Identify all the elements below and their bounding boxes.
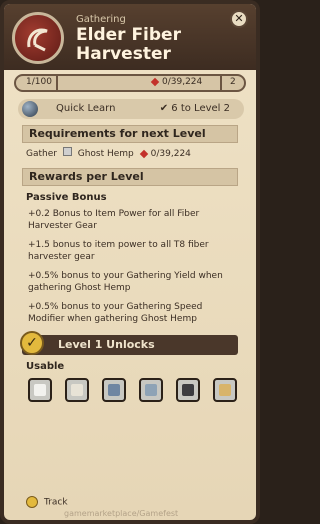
close-icon: ✕ [234, 12, 244, 25]
requirement-line: Gather Ghost Hemp 0/39,224 [26, 147, 191, 159]
track-label: Track [44, 497, 68, 508]
requirement-item: Ghost Hemp [77, 149, 134, 159]
passive-bonus-heading: Passive Bonus [26, 192, 107, 203]
progress-points-value: 0/39,224 [162, 77, 203, 87]
current-level: 1/100 [26, 77, 52, 87]
next-level: 2 [230, 77, 236, 87]
usable-label: Usable [26, 361, 65, 372]
page-title: Elder Fiber Harvester [76, 25, 181, 64]
gloves-item-icon[interactable] [65, 378, 89, 402]
progress-points: 0/39,224 [150, 77, 203, 87]
panel-header: Gathering Elder Fiber Harvester ✕ [4, 4, 256, 70]
bonus-item: +0.2 Bonus to Item Power for all Fiber H… [28, 209, 200, 231]
quick-learn-button[interactable]: Quick Learn ✔ 6 to Level 2 [18, 99, 244, 119]
cap-item-icon[interactable] [102, 378, 126, 402]
checkmark-badge-icon: ✓ [20, 331, 44, 355]
fame-gem-icon [139, 149, 148, 158]
quick-learn-label: Quick Learn [56, 103, 116, 114]
bonus-item: +0.5% bonus to your Gathering Yield when… [28, 271, 223, 293]
bonus-item: +1.5 bonus to item power to all T8 fiber… [28, 240, 209, 262]
category-label: Gathering [76, 14, 126, 25]
sickle-tool-icon[interactable] [213, 378, 237, 402]
sickle-emblem-icon [12, 12, 64, 64]
requirement-amount: 0/39,224 [150, 149, 191, 159]
unlocks-heading: Level 1 Unlocks [58, 338, 155, 351]
rewards-heading: Rewards per Level [22, 168, 238, 186]
gather-label: Gather [26, 149, 57, 159]
track-toggle[interactable]: Track [26, 496, 68, 508]
progress-divider [220, 74, 222, 92]
close-button[interactable]: ✕ [230, 10, 248, 28]
quick-learn-level-text: 6 to Level 2 [171, 103, 230, 114]
learning-points-orb-icon [22, 101, 38, 117]
watermark: gamemarketplace/Gamefest [64, 509, 179, 518]
ghost-hemp-icon [62, 147, 72, 156]
destiny-board-node-panel: Gathering Elder Fiber Harvester ✕ 1/100 … [0, 0, 260, 524]
progress-divider [56, 74, 58, 92]
requirements-heading: Requirements for next Level [22, 125, 238, 143]
armor-item-icon[interactable] [139, 378, 163, 402]
boots-item-icon[interactable] [176, 378, 200, 402]
level-progress-bar: 1/100 0/39,224 2 [14, 74, 246, 92]
quick-learn-level: ✔ 6 to Level 2 [160, 103, 230, 114]
unlocks-heading-bar: ✓ Level 1 Unlocks [20, 331, 238, 355]
bonus-item: +0.5% bonus to your Gathering Speed Modi… [28, 302, 203, 324]
fame-gem-icon [150, 77, 160, 86]
gloves-item-icon[interactable] [28, 378, 52, 402]
check-icon: ✔ [159, 103, 172, 114]
track-badge-icon [26, 496, 38, 508]
